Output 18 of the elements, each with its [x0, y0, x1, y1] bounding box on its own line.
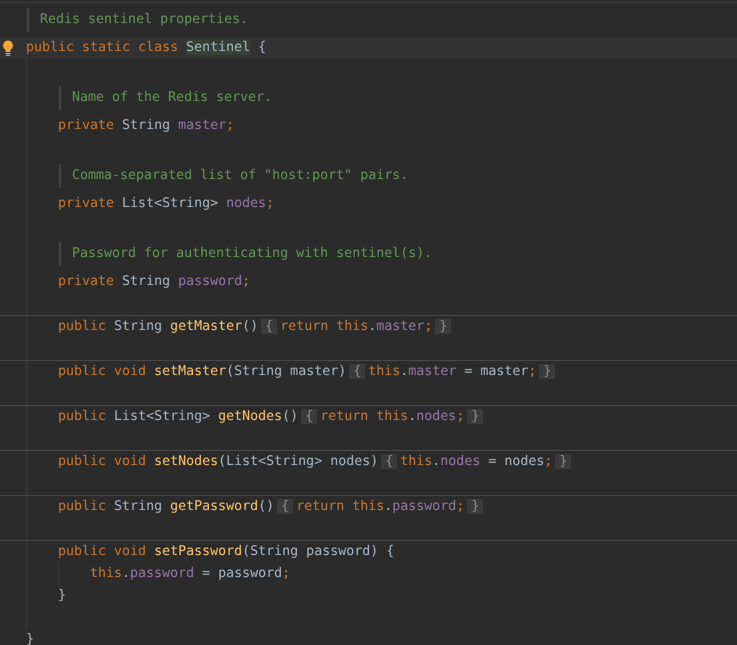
code-line: private String password;: [58, 273, 250, 291]
code-line: public String getMaster() { return this.master; }: [58, 316, 454, 338]
doc-comment: Redis sentinel properties.: [27, 8, 248, 32]
code-line: public static class Sentinel {: [26, 39, 266, 57]
doc-comment: Comma-separated list of "host:port" pairs.: [59, 164, 408, 188]
doc-comment: Password for authenticating with sentinel(s).: [59, 242, 432, 266]
code-line: }: [26, 631, 34, 645]
code-line: }: [58, 587, 66, 605]
code-line: private String master;: [58, 117, 234, 135]
lightbulb-icon[interactable]: [2, 40, 14, 56]
code-line: public void setMaster(String master) { this.master = master; }: [58, 361, 558, 383]
code-line: public List<String> getNodes() { return this.nodes; }: [58, 406, 486, 428]
code-line: public void setNodes(List<String> nodes) { this.nodes = nodes; }: [58, 451, 574, 473]
code-line: private List<String> nodes;: [58, 195, 274, 213]
doc-comment: Name of the Redis server.: [59, 86, 272, 110]
code-line: public String getPassword() { return this.password; }: [58, 496, 486, 518]
code-line: this.password = password;: [90, 565, 290, 583]
code-line: public void setPassword(String password) {: [58, 543, 394, 561]
